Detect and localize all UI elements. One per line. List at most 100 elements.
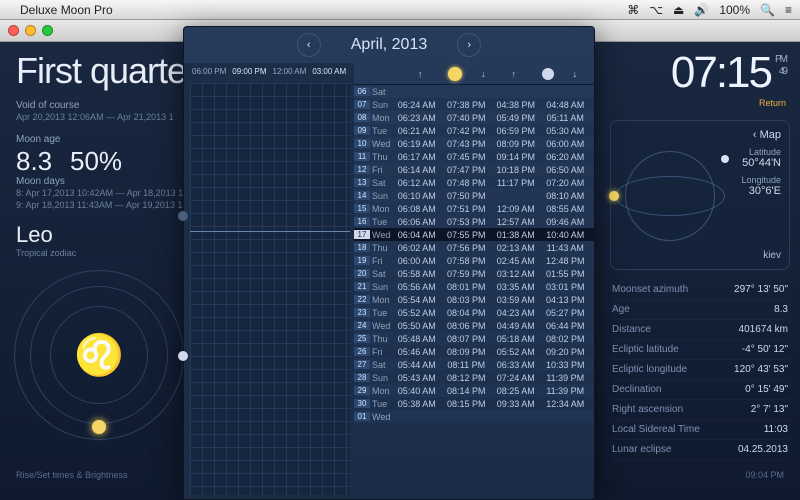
day-of-week: Tue bbox=[372, 308, 392, 318]
day-of-week: Sun bbox=[372, 191, 392, 201]
time-cell: 07:48 PM bbox=[442, 178, 492, 188]
day-of-week: Thu bbox=[372, 334, 392, 344]
time-cell: 10:33 PM bbox=[541, 360, 591, 370]
time-cell: 04:38 PM bbox=[491, 100, 541, 110]
moon-day-row: 9: Apr 18,2013 11:43AM — Apr 19,2013 12: bbox=[16, 200, 190, 210]
day-row[interactable]: 11Thu06:17 AM07:45 PM09:14 PM06:20 AM bbox=[354, 150, 594, 163]
day-row[interactable]: 07Sun06:24 AM07:38 PM04:38 PM04:48 AM bbox=[354, 98, 594, 111]
prev-month-button[interactable]: ‹ bbox=[297, 33, 321, 57]
time-cell: 05:54 AM bbox=[392, 295, 442, 305]
day-row[interactable]: 29Mon05:40 AM08:14 PM08:25 AM11:39 PM bbox=[354, 384, 594, 397]
day-number: 23 bbox=[354, 308, 370, 317]
day-row[interactable]: 19Fri06:00 AM07:58 PM02:45 AM12:48 PM bbox=[354, 254, 594, 267]
day-row[interactable]: 18Thu06:02 AM07:56 PM02:13 AM11:43 AM bbox=[354, 241, 594, 254]
time-cell: 09:46 AM bbox=[541, 217, 591, 227]
day-row[interactable]: 09Tue06:21 AM07:42 PM06:59 PM05:30 AM bbox=[354, 124, 594, 137]
day-number: 08 bbox=[354, 113, 370, 122]
time-cell: 06:12 AM bbox=[392, 178, 442, 188]
stat-value: -4° 50' 12" bbox=[742, 344, 788, 355]
moon-stats: Moonset azimuth297° 13' 50"Age8.3Distanc… bbox=[610, 280, 790, 460]
day-of-week: Sat bbox=[372, 178, 392, 188]
day-of-week: Mon bbox=[372, 386, 392, 396]
longitude-value: 30°6'E bbox=[741, 185, 781, 197]
time-cell: 05:27 PM bbox=[541, 308, 591, 318]
time-cell: 07:55 PM bbox=[442, 230, 492, 240]
time-cell: 11:43 AM bbox=[541, 243, 591, 253]
time-cell: 05:11 AM bbox=[541, 113, 591, 123]
eject-icon[interactable]: ⏏ bbox=[673, 3, 684, 17]
time-cell: 07:43 PM bbox=[442, 139, 492, 149]
time-cell: 07:20 AM bbox=[541, 178, 591, 188]
day-row[interactable]: 12Fri06:14 AM07:47 PM10:18 PM06:50 AM bbox=[354, 163, 594, 176]
day-row[interactable]: 13Sat06:12 AM07:48 PM11:17 PM07:20 AM bbox=[354, 176, 594, 189]
time-cell: 11:39 PM bbox=[541, 386, 591, 396]
clock-time: 07:15 bbox=[671, 48, 771, 98]
day-row[interactable]: 24Wed05:50 AM08:06 PM04:49 AM06:44 PM bbox=[354, 319, 594, 332]
stat-value: 11:03 bbox=[764, 424, 788, 435]
day-row[interactable]: 25Thu05:48 AM08:07 PM05:18 AM08:02 PM bbox=[354, 332, 594, 345]
day-number: 19 bbox=[354, 256, 370, 265]
day-row[interactable]: 22Mon05:54 AM08:03 PM03:59 AM04:13 PM bbox=[354, 293, 594, 306]
day-row[interactable]: 27Sat05:44 AM08:11 PM06:33 AM10:33 PM bbox=[354, 358, 594, 371]
moon-age-value: 8.3 bbox=[16, 146, 52, 177]
stat-row: Declination0° 15' 49" bbox=[610, 380, 790, 400]
close-icon[interactable] bbox=[8, 25, 19, 36]
stat-row: Distance401674 km bbox=[610, 320, 790, 340]
time-cell: 01:55 PM bbox=[541, 269, 591, 279]
time-cell: 08:25 AM bbox=[491, 386, 541, 396]
zodiac-sign: Leo bbox=[16, 222, 53, 248]
day-row[interactable]: 01Wed bbox=[354, 410, 594, 423]
day-row[interactable]: 20Sat05:58 AM07:59 PM03:12 AM01:55 PM bbox=[354, 267, 594, 280]
day-number: 24 bbox=[354, 321, 370, 330]
next-month-button[interactable]: › bbox=[457, 33, 481, 57]
zodiac-wheel[interactable]: ♌ bbox=[14, 270, 184, 440]
day-number: 17 bbox=[354, 230, 370, 239]
time-cell: 06:06 AM bbox=[392, 217, 442, 227]
menubar-app-name[interactable]: Deluxe Moon Pro bbox=[20, 3, 113, 17]
day-row[interactable]: 28Sun05:43 AM08:12 PM07:24 AM11:39 PM bbox=[354, 371, 594, 384]
menu-list-icon[interactable]: ≡ bbox=[785, 3, 792, 17]
grid-time-label: 09:00 PM bbox=[232, 67, 266, 76]
time-cell: 06:08 AM bbox=[392, 204, 442, 214]
stat-value: 297° 13' 50" bbox=[734, 284, 788, 295]
time-cell: 08:03 PM bbox=[442, 295, 492, 305]
day-number: 27 bbox=[354, 360, 370, 369]
day-row[interactable]: 23Tue05:52 AM08:04 PM04:23 AM05:27 PM bbox=[354, 306, 594, 319]
spotlight-icon[interactable]: 🔍 bbox=[760, 3, 775, 17]
time-cell: 06:02 AM bbox=[392, 243, 442, 253]
menu-extra-icon[interactable]: ⌘ bbox=[627, 3, 639, 17]
day-row[interactable]: 15Mon06:08 AM07:51 PM12:09 AM08:55 AM bbox=[354, 202, 594, 215]
day-of-week: Sun bbox=[372, 282, 392, 292]
day-row[interactable]: 16Tue06:06 AM07:53 PM12:57 AM09:46 AM bbox=[354, 215, 594, 228]
zodiac-sublabel: Tropical zodiac bbox=[16, 248, 76, 258]
day-row[interactable]: 30Tue05:38 AM08:15 PM09:33 AM12:34 AM bbox=[354, 397, 594, 410]
day-row[interactable]: 06Sat bbox=[354, 85, 594, 98]
day-row[interactable]: 08Mon06:23 AM07:40 PM05:49 PM05:11 AM bbox=[354, 111, 594, 124]
day-row[interactable]: 10Wed06:19 AM07:43 PM08:09 PM06:00 AM bbox=[354, 137, 594, 150]
phase-name: First quarter bbox=[16, 50, 197, 92]
time-cell: 07:42 PM bbox=[442, 126, 492, 136]
stat-value: 401674 km bbox=[739, 324, 788, 335]
return-label[interactable]: Return bbox=[671, 98, 786, 108]
day-of-week: Fri bbox=[372, 347, 392, 357]
time-cell: 05:46 AM bbox=[392, 347, 442, 357]
time-cell: 05:30 AM bbox=[541, 126, 591, 136]
day-of-week: Tue bbox=[372, 126, 392, 136]
day-number: 15 bbox=[354, 204, 370, 213]
day-of-week: Wed bbox=[372, 230, 392, 240]
map-title: Map bbox=[760, 129, 781, 141]
stat-row: Ecliptic longitude120° 43' 53" bbox=[610, 360, 790, 380]
time-cell: 05:58 AM bbox=[392, 269, 442, 279]
day-row[interactable]: 17Wed06:04 AM07:55 PM01:38 AM10:40 AM bbox=[354, 228, 594, 241]
day-row[interactable]: 14Sun06:10 AM07:50 PM08:10 AM bbox=[354, 189, 594, 202]
month-title: April, 2013 bbox=[351, 36, 428, 54]
volume-icon[interactable]: 🔊 bbox=[694, 3, 709, 17]
map-panel[interactable]: ‹ Map Latitude 50°44'N Longitude 30°6'E … bbox=[610, 120, 790, 270]
menu-extra-icon[interactable]: ⌥ bbox=[649, 3, 663, 17]
day-of-week: Sun bbox=[372, 373, 392, 383]
day-row[interactable]: 26Fri05:46 AM08:09 PM05:52 AM09:20 PM bbox=[354, 345, 594, 358]
battery-indicator[interactable]: 100% bbox=[719, 3, 750, 17]
time-cell: 09:14 PM bbox=[491, 152, 541, 162]
day-row[interactable]: 21Sun05:56 AM08:01 PM03:35 AM03:01 PM bbox=[354, 280, 594, 293]
day-number: 13 bbox=[354, 178, 370, 187]
